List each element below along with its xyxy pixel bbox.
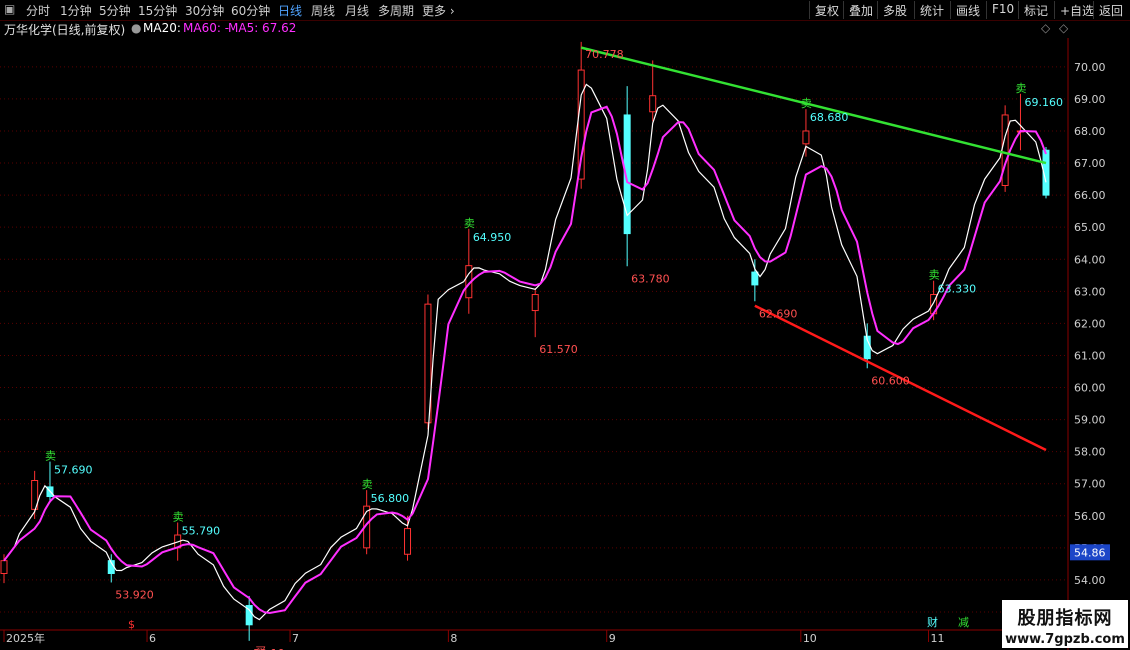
price-annotation: 68.680 — [810, 111, 849, 124]
time-tick-label: 8 — [450, 632, 457, 645]
price-tick-label: 64.00 — [1074, 253, 1106, 266]
finance-marker: 财 — [927, 615, 938, 629]
price-tick-label: 54.00 — [1074, 574, 1106, 587]
ma-white-line — [3, 83, 1047, 621]
toolbar-button[interactable]: 返回 — [1093, 1, 1128, 19]
toolbar-button[interactable]: F10 — [986, 1, 1019, 19]
price-annotation: 61.570 — [539, 343, 578, 356]
price-annotation: 64.950 — [473, 231, 512, 244]
toolbar-button[interactable]: 复权 — [809, 1, 844, 19]
toolbar-button[interactable]: 标记 — [1018, 1, 1053, 19]
period-toolbar: ▣ 分时 1分钟 5分钟 15分钟 30分钟 60分钟 日线 周线 月线 多周期 更多 › 复权 叠加多… — [0, 0, 1130, 21]
watermark-url: www.7gpzb.com — [1005, 632, 1125, 647]
candle-up — [1001, 114, 1009, 186]
period-tab[interactable]: 60分钟 — [231, 2, 270, 19]
settings-icon[interactable]: ● — [131, 21, 141, 35]
period-tab[interactable]: 周线 — [311, 2, 335, 19]
period-tab[interactable]: 更多 › — [422, 2, 455, 19]
annotations: 57.690卖53.92055.790卖52.1056.800卖64.950卖6… — [45, 48, 1063, 650]
sell-signal: 卖 — [464, 217, 475, 230]
sell-signal: 卖 — [173, 511, 184, 524]
price-tick-label: 66.00 — [1074, 189, 1106, 202]
ma5-label: MA5: 67.62 — [228, 21, 297, 35]
candle-up — [404, 528, 412, 555]
sell-signal: 卖 — [801, 97, 812, 110]
ma5-line — [3, 105, 1047, 615]
close-panel-icon[interactable]: ◇ — [1059, 21, 1068, 35]
price-annotation: 70.778 — [585, 48, 624, 61]
price-tick-label: 56.00 — [1074, 510, 1106, 523]
price-annotation: 57.690 — [54, 464, 93, 477]
price-tick-label: 59.00 — [1074, 414, 1106, 427]
moving-averages — [3, 46, 1047, 621]
sell-signal: 卖 — [1015, 82, 1026, 95]
price-tick-label: 60.00 — [1074, 382, 1106, 395]
sell-signal: 卖 — [929, 269, 940, 282]
period-tab[interactable]: 分时 — [26, 2, 50, 19]
price-tick-label: 58.00 — [1074, 446, 1106, 459]
diamond-icon[interactable]: ◇ — [1041, 21, 1050, 35]
price-tick-label: 57.00 — [1074, 478, 1106, 491]
candlestick-chart: 57.690卖53.92055.790卖52.1056.800卖64.950卖6… — [0, 38, 1110, 650]
time-tick-label: 9 — [609, 632, 616, 645]
period-tab[interactable]: 1分钟 — [60, 2, 92, 19]
toolbar-button[interactable]: 叠加 — [843, 1, 878, 19]
period-tab[interactable]: 日线 — [278, 2, 302, 19]
period-tab[interactable]: 15分钟 — [138, 2, 177, 19]
period-tab[interactable]: 多周期 — [378, 2, 414, 19]
dollar-marker: $ — [128, 618, 135, 631]
price-tick-label: 63.00 — [1074, 285, 1106, 298]
price-annotation: 63.780 — [631, 272, 670, 285]
price-annotation: 63.330 — [938, 283, 977, 296]
price-annotation: 62.690 — [759, 307, 798, 320]
sell-signal: 卖 — [362, 478, 373, 491]
candle-up — [649, 95, 657, 113]
price-tick-label: 69.00 — [1074, 93, 1106, 106]
period-tab[interactable]: 30分钟 — [185, 2, 224, 19]
price-tick-label: 67.00 — [1074, 157, 1106, 170]
toolbar-button[interactable]: 多股 — [877, 1, 912, 19]
toolbar-button[interactable]: 统计 — [914, 1, 949, 19]
buy-signal: 买 — [255, 645, 266, 650]
grid-icon[interactable]: ▣ — [4, 2, 15, 16]
price-tick-label: 65.00 — [1074, 221, 1106, 234]
price-tick-label: 70.00 — [1074, 61, 1106, 74]
candle-up — [802, 130, 810, 145]
price-annotation: 60.600 — [871, 374, 910, 387]
watermark-badge: 股朋指标网 www.7gpzb.com — [1002, 600, 1128, 648]
watermark-title: 股朋指标网 — [1017, 608, 1113, 629]
price-annotation: 56.800 — [371, 492, 410, 505]
price-annotation: 69.160 — [1024, 96, 1063, 109]
reduce-marker: 减 — [958, 616, 969, 629]
period-tab[interactable]: 5分钟 — [99, 2, 131, 19]
time-tick-label: 6 — [149, 632, 156, 645]
toolbar-button[interactable]: 画线 — [950, 1, 985, 19]
candle-up — [531, 294, 539, 312]
chart-title-bar: 万华化学(日线,前复权) ● MA20: MA60: - MA5: 67.62 … — [0, 20, 1130, 38]
candle-up — [0, 560, 8, 574]
price-annotation: 55.790 — [182, 525, 221, 538]
period-tab[interactable]: 月线 — [345, 2, 369, 19]
sell-signal: 卖 — [45, 450, 56, 463]
time-tick-label: 2025年 — [6, 631, 45, 645]
price-tick-label: 62.00 — [1074, 317, 1106, 330]
ma60-label: MA60: - — [183, 21, 230, 35]
stock-title: 万华化学(日线,前复权) — [4, 23, 126, 37]
price-annotation: 53.920 — [115, 588, 154, 601]
price-tick-label: 61.00 — [1074, 349, 1106, 362]
last-price-label: 54.86 — [1074, 546, 1106, 559]
time-tick-label: 11 — [931, 632, 945, 645]
time-tick-label: 10 — [803, 632, 817, 645]
candle-down — [751, 271, 759, 286]
ma20-label: MA20: — [143, 21, 181, 35]
time-tick-label: 7 — [292, 632, 299, 645]
price-tick-label: 68.00 — [1074, 125, 1106, 138]
